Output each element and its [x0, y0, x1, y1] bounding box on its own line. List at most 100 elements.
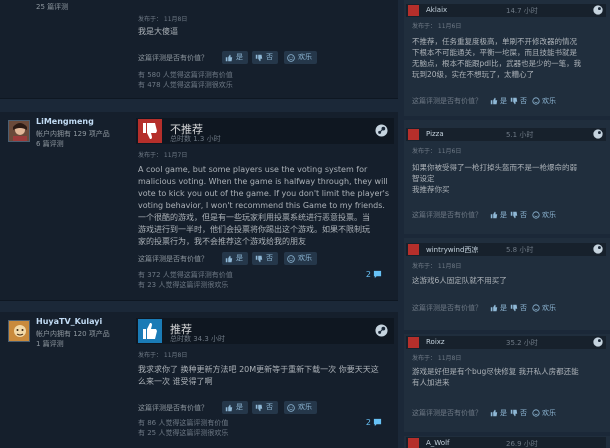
side-review-text: 如果你被受得了一枪打掉头盔而不是一枪爆命的弱 智设定 我推荐你买 [412, 162, 608, 195]
side-review-author[interactable]: Roixz [426, 338, 445, 346]
helpful-count: 有 372 人觉得这篇评测有价值 [138, 271, 233, 279]
review-card: 25 篇评测 发布于： 11月8日 我是大傻逼 这篇评测是否有价值？ 是 否 欢… [0, 0, 398, 98]
review-count[interactable]: 25 篇评测 [36, 2, 68, 12]
vote-funny-button[interactable]: 欢乐 [284, 401, 317, 414]
vote-funny-button[interactable]: 欢乐 [284, 51, 317, 64]
funny-count: 有 25 人觉得这篇评测很欢乐 [138, 429, 229, 437]
vote-funny-button[interactable]: 欢乐 [532, 408, 556, 418]
side-posted-date: 发布于： 11月6日 [412, 23, 462, 30]
side-review-header[interactable]: Roixz 35.2 小时 [406, 336, 606, 349]
side-review-author[interactable]: Aklaix [426, 6, 447, 14]
thumbs-up-icon [225, 255, 233, 262]
smiley-icon [532, 211, 540, 219]
comment-count[interactable]: 2 [366, 418, 382, 427]
vote-funny-button[interactable]: 欢乐 [532, 96, 556, 106]
review-text: A cool game, but some players use the vo… [138, 164, 390, 248]
comment-count[interactable]: 2 [366, 270, 382, 279]
steam-icon [375, 324, 388, 337]
steam-icon [593, 5, 603, 15]
review-author: LiMengmeng 帐户内拥有 129 项产品 6 篇评测 [0, 112, 132, 300]
vote-yes-button[interactable]: 是 [490, 210, 507, 220]
no-label: 否 [266, 53, 273, 61]
vote-no-button[interactable]: 否 [510, 303, 527, 313]
no-label: 否 [266, 254, 273, 262]
vote-yes-button[interactable]: 是 [490, 96, 507, 106]
review-count[interactable]: 6 篇评测 [36, 139, 64, 149]
helpful-question: 这篇评测是否有价值？ [412, 409, 482, 417]
helpful-count: 有 86 人觉得这篇评测有价值 [138, 419, 229, 427]
review-stats: 有 580 人觉得这篇评测有价值 有 478 人觉得这篇评测很欢乐 [138, 70, 233, 90]
side-review-author[interactable]: Pizza [426, 130, 444, 138]
avatar[interactable] [8, 320, 30, 342]
avatar[interactable] [8, 120, 30, 142]
smiley-icon [287, 53, 295, 62]
side-review-line: 如果你被受得了一枪打掉头盔而不是一枪爆命的弱 [412, 163, 577, 172]
vote-header[interactable]: 推荐 总时数 34.3 小时 [136, 318, 394, 344]
funny-label: 欢乐 [298, 254, 312, 262]
persona-name[interactable]: HuyaTV_Kulayi [36, 317, 102, 326]
side-review-line: 下根本不可能通关，平衡一坨屎，而且技能书就是 [412, 48, 577, 57]
vote-header[interactable]: 不推荐 总时数 1.3 小时 [136, 118, 394, 144]
vote-no-button[interactable]: 否 [510, 408, 527, 418]
review-line: voting behavior, I won't recommend this … [138, 201, 385, 210]
vote-yes-button[interactable]: 是 [222, 401, 248, 414]
vote-no-button[interactable]: 否 [252, 401, 278, 414]
side-review-card: Roixz 35.2 小时 发布于： 11月8日 游戏是好但是有个bug尽快修复… [406, 336, 606, 428]
divider [404, 234, 610, 238]
review-stats: 有 86 人觉得这篇评测有价值 有 25 人觉得这篇评测很欢乐 [138, 418, 228, 438]
side-review-header[interactable]: Pizza 5.1 小时 [406, 128, 606, 141]
thumbs-up-icon [225, 54, 233, 61]
funny-label: 欢乐 [542, 409, 556, 417]
steam-icon [593, 129, 603, 139]
review-body: 不推荐 总时数 1.3 小时 发布于： 11月7日 A cool game, b… [136, 112, 394, 300]
divider [404, 116, 610, 120]
no-label: 否 [520, 304, 527, 312]
review-text: 我是大傻逼 [138, 26, 390, 38]
side-review-hours: 14.7 小时 [506, 7, 538, 15]
vote-no-button[interactable]: 否 [252, 51, 278, 64]
vote-yes-button[interactable]: 是 [222, 252, 248, 265]
funny-count: 有 23 人觉得这篇评测很欢乐 [138, 281, 229, 289]
side-review-card: Aklaix 14.7 小时 发布于： 11月6日 不推荐，任务重复度极高，单刷… [406, 4, 606, 108]
products-owned[interactable]: 帐户内拥有 120 项产品 [36, 329, 110, 339]
vote-funny-button[interactable]: 欢乐 [284, 252, 317, 265]
smiley-icon [532, 304, 540, 312]
vote-no-button[interactable]: 否 [252, 252, 278, 265]
helpful-question: 这篇评测是否有价值？ [412, 97, 482, 105]
recent-reviews-column: Aklaix 14.7 小时 发布于： 11月6日 不推荐，任务重复度极高，单刷… [404, 0, 610, 448]
thumbs-down-icon [138, 119, 162, 143]
side-review-text: 不推荐，任务重复度极高，单刷不开修改器的情况 下根本不可能通关，平衡一坨屎，而且… [412, 36, 608, 80]
divider [0, 300, 398, 301]
vote-no-button[interactable]: 否 [510, 96, 527, 106]
review-count[interactable]: 1 篇评测 [36, 339, 64, 349]
side-review-line: 这游戏6人固定队就不用买了 [412, 276, 507, 285]
side-review-hours: 35.2 小时 [506, 339, 538, 347]
side-review-author[interactable]: wintrywind西凉 [426, 245, 478, 255]
review-body: 推荐 总时数 34.3 小时 发布于： 11月8日 我求求你了 换种更新方法吧 … [136, 312, 394, 448]
side-review-author[interactable]: A_Wolf [426, 439, 450, 447]
review-line: vote to kick you out of the game. If you… [138, 189, 390, 198]
vote-yes-button[interactable]: 是 [222, 51, 248, 64]
vote-funny-button[interactable]: 欢乐 [532, 303, 556, 313]
thumbs-down-icon [408, 438, 419, 448]
funny-label: 欢乐 [542, 97, 556, 105]
side-review-line: 游戏是好但是有个bug尽快修复 我开私人房都还能 [412, 367, 579, 376]
side-posted-date: 发布于： 11月8日 [412, 263, 462, 270]
vote-yes-button[interactable]: 是 [490, 408, 507, 418]
funny-label: 欢乐 [542, 304, 556, 312]
products-owned[interactable]: 帐户内拥有 129 项产品 [36, 129, 110, 139]
side-review-hours: 5.8 小时 [506, 246, 534, 254]
side-review-header[interactable]: A_Wolf 26.9 小时 [406, 437, 606, 448]
smiley-icon [532, 409, 540, 417]
playtime: 总时数 34.3 小时 [170, 335, 226, 343]
funny-label: 欢乐 [298, 53, 312, 61]
vote-no-button[interactable]: 否 [510, 210, 527, 220]
thumbs-up-icon [490, 97, 498, 105]
persona-name[interactable]: LiMengmeng [36, 117, 94, 126]
side-review-header[interactable]: Aklaix 14.7 小时 [406, 4, 606, 17]
vote-funny-button[interactable]: 欢乐 [532, 210, 556, 220]
vote-yes-button[interactable]: 是 [490, 303, 507, 313]
no-label: 否 [520, 409, 527, 417]
side-review-header[interactable]: wintrywind西凉 5.8 小时 [406, 243, 606, 256]
review-author: HuyaTV_Kulayi 帐户内拥有 120 项产品 1 篇评测 [0, 312, 132, 448]
